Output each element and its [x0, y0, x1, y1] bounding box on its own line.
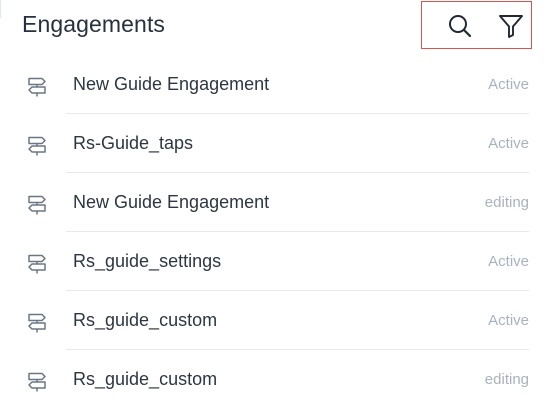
- engagement-status: Active: [488, 135, 529, 152]
- engagement-row[interactable]: Rs_guide_settings Active: [0, 232, 550, 291]
- engagement-row[interactable]: Rs_guide_custom Active: [0, 291, 550, 350]
- signpost-icon: [28, 136, 46, 156]
- engagement-row[interactable]: New Guide Engagement Active: [0, 55, 550, 114]
- signpost-icon: [28, 77, 46, 97]
- signpost-icon: [28, 195, 46, 215]
- engagement-name: New Guide Engagement: [73, 192, 270, 212]
- filter-button[interactable]: [496, 11, 526, 41]
- engagement-name: Rs_guide_settings: [73, 251, 222, 271]
- filter-icon: [499, 15, 523, 38]
- engagement-name: Rs_guide_custom: [73, 369, 218, 389]
- header-tools: [421, 1, 532, 49]
- search-icon: [449, 15, 472, 38]
- search-button[interactable]: [445, 11, 475, 41]
- engagement-status: Active: [488, 76, 529, 93]
- engagement-row[interactable]: Rs-Guide_taps Active: [0, 114, 550, 173]
- engagement-name: Rs_guide_custom: [73, 310, 218, 330]
- engagement-list: New Guide Engagement Active Rs-Guide_tap…: [0, 55, 550, 407]
- signpost-icon: [28, 313, 46, 333]
- engagement-status: editing: [484, 371, 529, 388]
- signpost-icon: [28, 254, 46, 274]
- engagements-panel: Engagements New Guide Engagement Active …: [0, 0, 550, 407]
- signpost-icon: [28, 372, 46, 392]
- engagement-row[interactable]: New Guide Engagement editing: [0, 173, 550, 232]
- panel-title: Engagements: [22, 11, 166, 37]
- engagement-status: editing: [484, 194, 529, 211]
- engagement-status: Active: [488, 312, 529, 329]
- engagement-status: Active: [488, 253, 529, 270]
- engagement-name: New Guide Engagement: [73, 74, 270, 94]
- panel-header: Engagements: [0, 0, 550, 54]
- engagement-row[interactable]: Rs_guide_custom editing: [0, 350, 550, 407]
- engagement-name: Rs-Guide_taps: [73, 133, 194, 153]
